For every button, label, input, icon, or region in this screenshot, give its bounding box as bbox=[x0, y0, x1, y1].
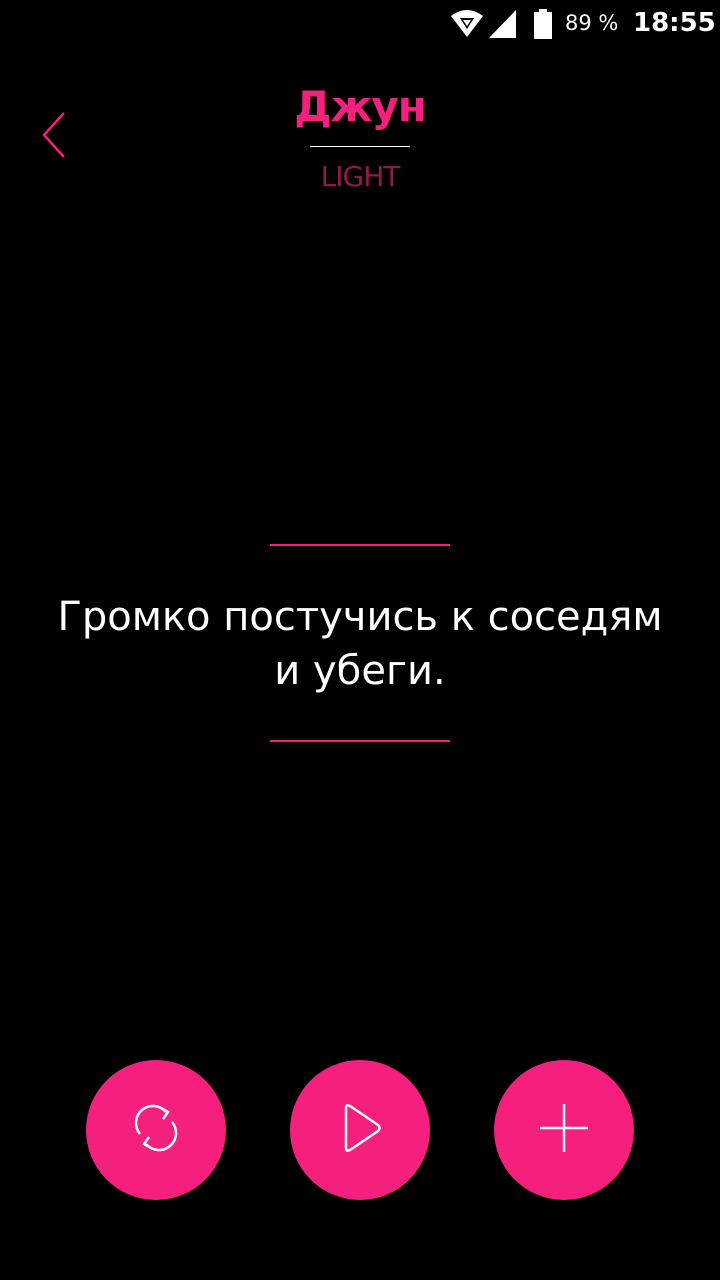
task-text: Громко постучись к соседям и убеги. bbox=[57, 594, 663, 694]
status-bar: 89 % 18:55 bbox=[0, 0, 720, 50]
plus-icon bbox=[536, 1100, 592, 1160]
clock: 18:55 bbox=[633, 8, 716, 38]
battery-icon bbox=[534, 9, 552, 43]
add-button[interactable] bbox=[494, 1060, 634, 1200]
title-divider bbox=[310, 146, 410, 147]
task-divider-top bbox=[270, 544, 450, 546]
play-button[interactable] bbox=[290, 1060, 430, 1200]
refresh-button[interactable] bbox=[86, 1060, 226, 1200]
page-title: Джун bbox=[294, 82, 427, 131]
battery-percentage: 89 % bbox=[565, 11, 619, 35]
wifi-icon bbox=[450, 8, 484, 42]
task-divider-bottom bbox=[270, 740, 450, 742]
level-label: LIGHT bbox=[320, 160, 401, 193]
play-icon bbox=[332, 1100, 388, 1160]
signal-icon bbox=[489, 10, 517, 42]
refresh-icon bbox=[128, 1100, 184, 1160]
